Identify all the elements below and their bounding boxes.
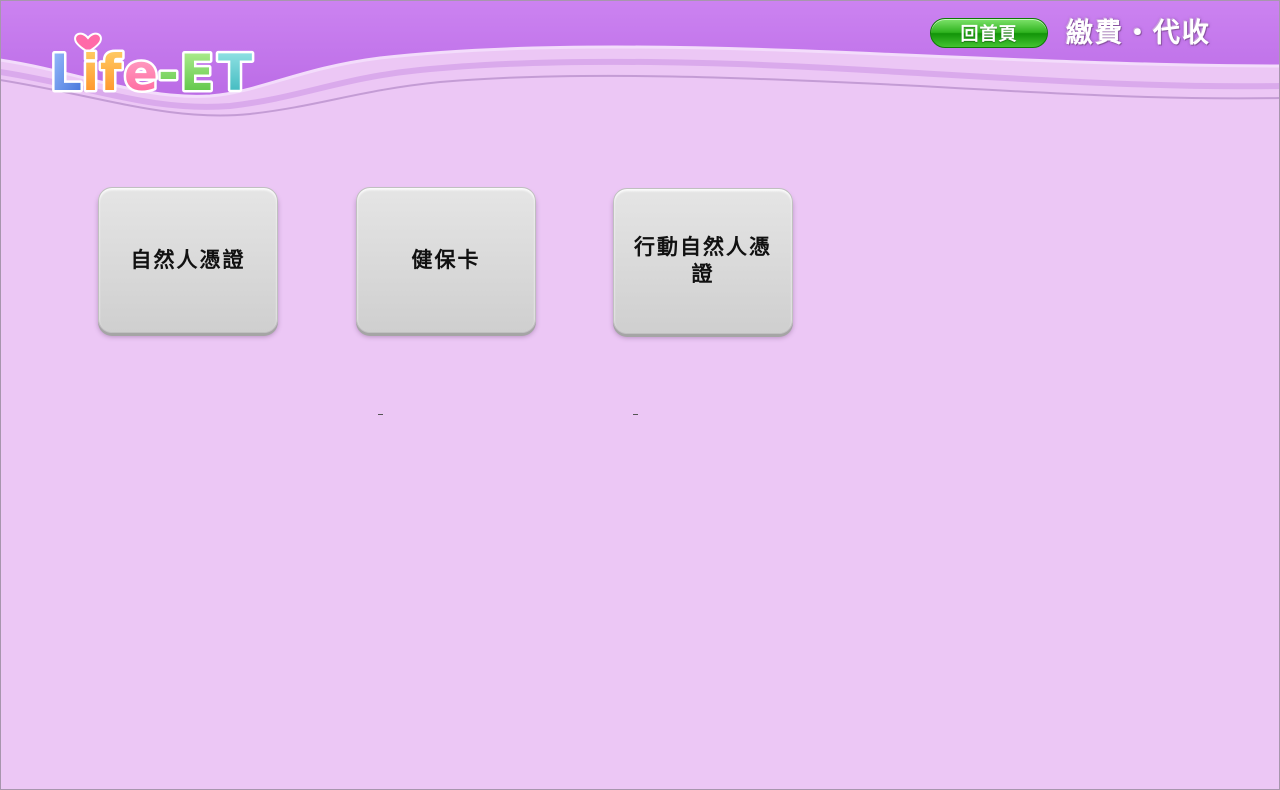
svg-text:E: E (180, 44, 214, 102)
svg-text:f: f (100, 44, 123, 102)
mobile-citizen-certificate-button[interactable]: 行動自然人憑證 (613, 188, 793, 334)
life-et-logo: L i f e - E T (48, 32, 255, 104)
page-title: 繳費・代收 (1066, 18, 1211, 49)
svg-text:i: i (82, 44, 99, 102)
svg-text:e: e (124, 44, 158, 102)
svg-text:-: - (158, 44, 179, 102)
svg-text:T: T (218, 44, 252, 102)
divider-mark (633, 414, 638, 415)
home-button[interactable]: 回首頁 (930, 18, 1048, 48)
health-card-button[interactable]: 健保卡 (356, 187, 536, 333)
divider-mark (378, 414, 383, 415)
svg-text:L: L (50, 44, 82, 102)
citizen-certificate-button[interactable]: 自然人憑證 (98, 187, 278, 333)
